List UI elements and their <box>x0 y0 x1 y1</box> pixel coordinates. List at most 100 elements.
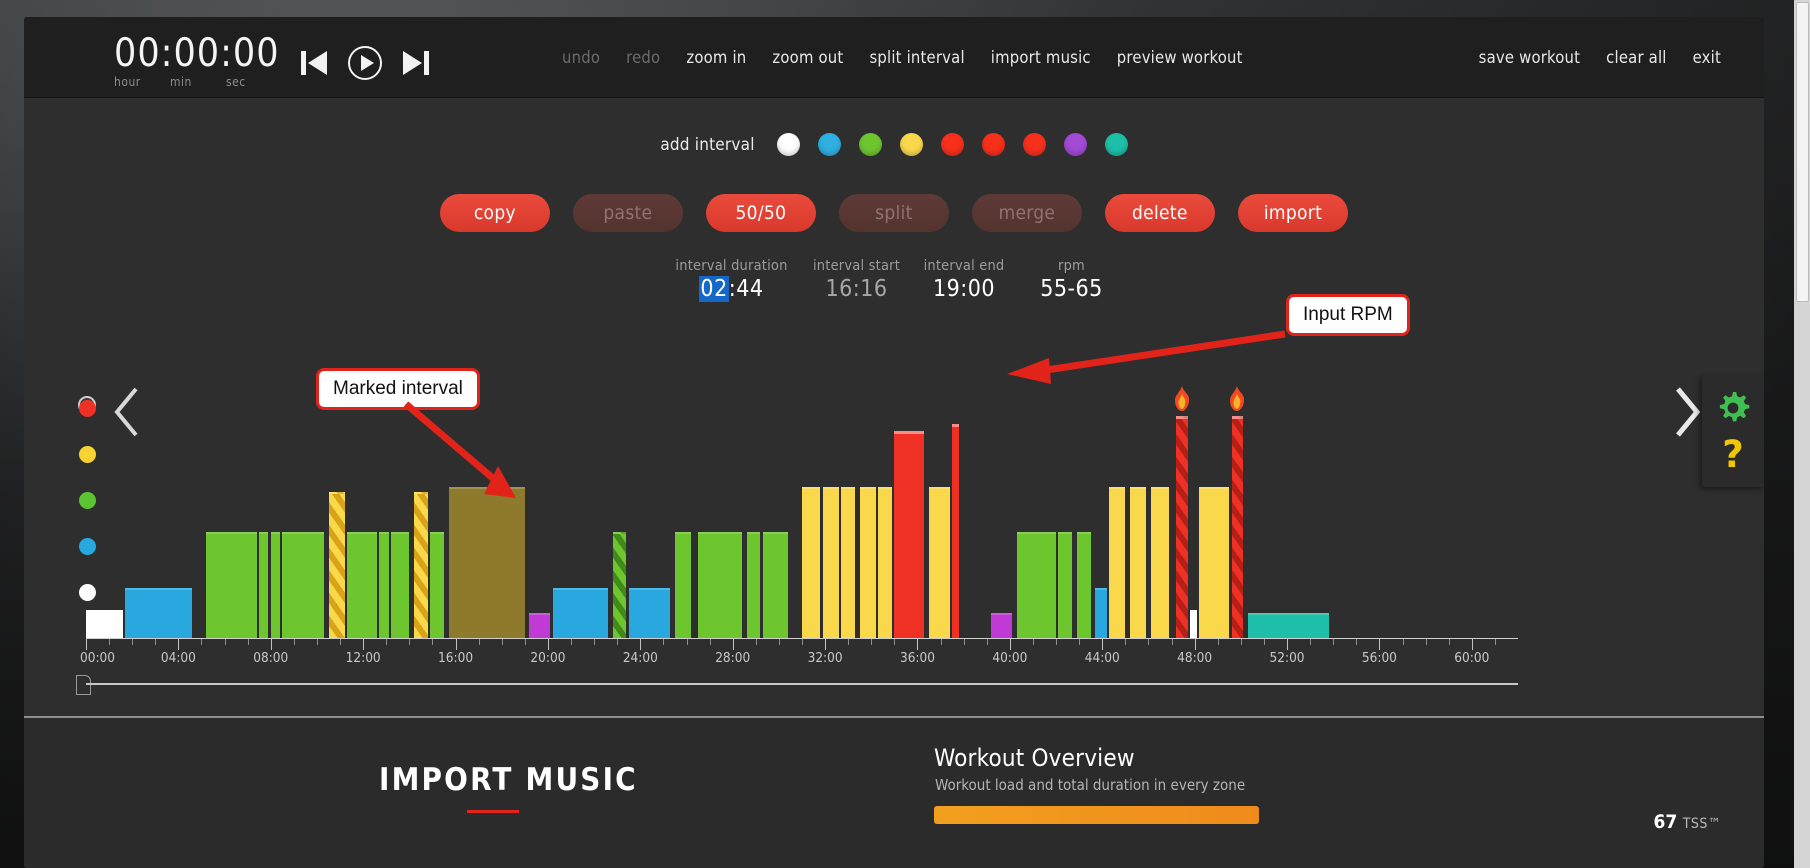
interval-bar[interactable] <box>86 610 123 638</box>
interval-bar[interactable] <box>390 532 410 638</box>
import-button[interactable]: import <box>1237 194 1349 232</box>
interval-bar[interactable] <box>674 532 692 638</box>
axis-tick <box>871 639 873 645</box>
interval-bar[interactable] <box>1129 486 1147 638</box>
interval-duration-value[interactable]: 02:44 <box>662 276 802 302</box>
swatch-yellow[interactable] <box>899 133 923 156</box>
interval-rpm-field[interactable]: rpm 55-65 <box>1017 258 1127 302</box>
menu-preview-workout[interactable]: preview workout <box>1104 48 1256 67</box>
interval-bar[interactable] <box>991 612 1013 638</box>
scrollbar-thumb[interactable] <box>1796 2 1809 302</box>
interval-bar[interactable] <box>1058 532 1073 638</box>
interval-bar[interactable] <box>612 532 627 638</box>
interval-start-field[interactable]: interval start 16:16 <box>802 258 912 302</box>
interval-bar[interactable] <box>206 532 257 638</box>
interval-rpm-value[interactable]: 55-65 <box>1017 276 1127 302</box>
menu-exit[interactable]: exit <box>1680 48 1734 67</box>
menu-import-music[interactable]: import music <box>978 48 1104 67</box>
axis-tick <box>1194 639 1196 650</box>
page-scrollbar[interactable] <box>1794 0 1810 868</box>
skip-back-icon[interactable] <box>299 49 329 77</box>
interval-bar[interactable] <box>859 486 876 638</box>
help-icon[interactable]: ? <box>1722 436 1743 473</box>
interval-bar[interactable] <box>448 486 525 638</box>
page-icon[interactable] <box>76 675 91 695</box>
menu-zoom-in[interactable]: zoom in <box>673 48 759 67</box>
interval-bar[interactable] <box>529 612 551 638</box>
interval-bar[interactable] <box>1095 587 1107 638</box>
interval-bar[interactable] <box>413 491 428 638</box>
interval-bar[interactable] <box>822 486 839 638</box>
axis-tick <box>1287 639 1289 650</box>
toolbar-menu-center: undo redo zoom in zoom out split interva… <box>549 17 1256 98</box>
interval-duration-field[interactable]: interval duration 02:44 <box>662 258 802 302</box>
menu-save-workout[interactable]: save workout <box>1466 48 1594 67</box>
interval-bar[interactable] <box>328 491 345 638</box>
interval-bar[interactable] <box>1016 532 1057 638</box>
swatch-red-1[interactable] <box>940 133 964 156</box>
interval-bar[interactable] <box>1247 612 1329 638</box>
interval-bar[interactable] <box>746 532 761 638</box>
axis-tick <box>132 639 134 645</box>
interval-bar[interactable] <box>1109 486 1126 638</box>
swatch-red-3[interactable] <box>1022 133 1046 156</box>
interval-bar[interactable] <box>125 587 193 638</box>
axis-tick <box>178 639 180 650</box>
axis-tick <box>1009 639 1011 650</box>
interval-bars-plot[interactable] <box>86 386 1518 638</box>
interval-bar[interactable] <box>1190 610 1197 638</box>
swatch-teal[interactable] <box>1104 133 1128 156</box>
menu-undo[interactable]: undo <box>549 48 613 67</box>
play-icon[interactable] <box>347 45 383 81</box>
interval-bar[interactable] <box>1176 416 1188 638</box>
interval-bar[interactable] <box>430 532 444 638</box>
interval-bar[interactable] <box>894 431 925 638</box>
axis-tick <box>755 639 757 645</box>
interval-bar[interactable] <box>762 532 789 638</box>
swatch-blue[interactable] <box>817 133 841 156</box>
interval-bar[interactable] <box>841 486 856 638</box>
axis-tick <box>1032 639 1034 645</box>
interval-bar[interactable] <box>1076 532 1091 638</box>
interval-bar[interactable] <box>802 486 821 638</box>
interval-bar[interactable] <box>552 587 608 638</box>
interval-bar[interactable] <box>346 532 377 638</box>
split-button[interactable]: split <box>838 194 949 232</box>
50-50-button[interactable]: 50/50 <box>705 194 816 232</box>
interval-bar[interactable] <box>1199 486 1230 638</box>
axis-tick-label: 60:00 <box>1454 650 1490 666</box>
interval-bar[interactable] <box>282 532 324 638</box>
menu-zoom-out[interactable]: zoom out <box>759 48 856 67</box>
interval-bar[interactable] <box>270 532 280 638</box>
interval-start-label: interval start <box>812 258 901 274</box>
interval-duration-selected[interactable]: 02 <box>699 276 729 302</box>
interval-bar[interactable] <box>259 532 269 638</box>
gear-icon[interactable] <box>1715 390 1751 430</box>
interval-bar[interactable] <box>698 532 742 638</box>
delete-button[interactable]: delete <box>1104 194 1215 232</box>
interval-bar[interactable] <box>952 423 960 638</box>
swatch-red-2[interactable] <box>981 133 1005 156</box>
interval-bar[interactable] <box>379 532 389 638</box>
paste-button[interactable]: paste <box>572 194 683 232</box>
axis-tick-label: 12:00 <box>345 650 381 666</box>
menu-clear-all[interactable]: clear all <box>1593 48 1679 67</box>
swatch-green[interactable] <box>858 133 882 156</box>
skip-forward-icon[interactable] <box>401 49 431 77</box>
swatch-white[interactable] <box>776 133 800 156</box>
interval-end-field[interactable]: interval end 19:00 <box>912 258 1017 302</box>
merge-button[interactable]: merge <box>971 194 1082 232</box>
menu-redo[interactable]: redo <box>613 48 673 67</box>
interval-bar[interactable] <box>878 486 893 638</box>
copy-button[interactable]: copy <box>439 194 550 232</box>
interval-bar[interactable] <box>628 587 671 638</box>
callout-marked-interval: Marked interval <box>316 368 480 410</box>
swatch-purple[interactable] <box>1063 133 1087 156</box>
axis-tick <box>1102 639 1104 650</box>
clock-hour-label: hour <box>114 75 141 89</box>
interval-bar[interactable] <box>1231 416 1244 638</box>
interval-bar[interactable] <box>1150 486 1170 638</box>
menu-split-interval[interactable]: split interval <box>856 48 977 67</box>
interval-bar[interactable] <box>929 486 950 638</box>
axis-tick <box>86 639 87 650</box>
